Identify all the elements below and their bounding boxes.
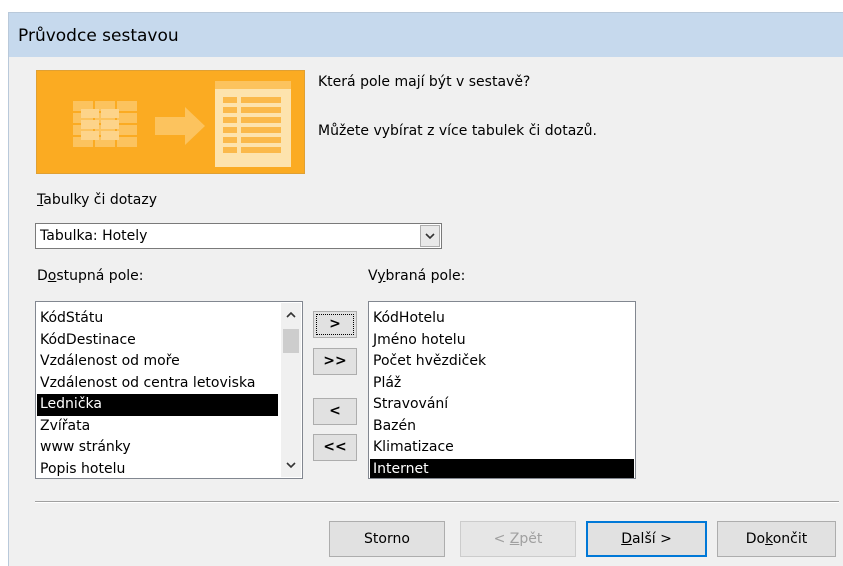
list-item[interactable]: Bazén	[370, 416, 634, 438]
wizard-hint: Můžete vybírat z více tabulek či dotazů.	[318, 123, 597, 139]
selected-label-accesskey: y	[377, 268, 386, 284]
list-item[interactable]: KódHotelu	[370, 308, 634, 330]
list-item[interactable]: KódDestinace	[37, 330, 278, 352]
wizard-question: Která pole mají být v sestavě?	[318, 74, 531, 90]
report-wizard-icon	[37, 71, 304, 173]
list-item[interactable]: Stravování	[370, 394, 634, 416]
combo-dropdown-button[interactable]	[420, 225, 440, 247]
available-label-pre: D	[37, 268, 48, 284]
back-label-pre: <	[493, 531, 510, 547]
next-label-rest: alší >	[631, 531, 672, 547]
list-item[interactable]: Pláž	[370, 373, 634, 395]
list-item[interactable]: Internet	[370, 458, 634, 478]
divider	[35, 501, 839, 503]
add-field-button[interactable]: >	[313, 311, 357, 338]
list-item[interactable]: KódStátu	[37, 308, 278, 330]
selected-fields-items: KódHotelu Jméno hotelu Počet hvězdiček Pláž…	[370, 308, 634, 478]
tables-combobox[interactable]: Tabulka: Hotely	[35, 223, 442, 249]
remove-field-button[interactable]: <	[313, 398, 357, 425]
finish-button[interactable]: Dokončit	[717, 521, 836, 557]
scroll-down-button[interactable]	[281, 455, 301, 475]
report-wizard-illustration	[36, 70, 305, 174]
title-bar: Průvodce sestavou	[9, 13, 843, 57]
cancel-button[interactable]: Storno	[329, 521, 445, 557]
window-title: Průvodce sestavou	[18, 26, 179, 46]
tables-combobox-value: Tabulka: Hotely	[40, 228, 148, 244]
chevron-down-icon	[425, 233, 435, 240]
selected-fields-label: Vybraná pole:	[368, 267, 465, 285]
list-item[interactable]: Vzdálenost od moře	[37, 351, 278, 373]
next-label-accesskey: D	[621, 531, 632, 547]
selected-fields-list[interactable]: KódHotelu Jméno hotelu Počet hvězdiček Pláž…	[368, 301, 636, 479]
back-button[interactable]: < Zpět	[460, 521, 576, 557]
back-label-accesskey: Z	[509, 531, 520, 547]
scroll-thumb[interactable]	[283, 329, 299, 353]
list-item[interactable]: Zvířata	[37, 416, 278, 438]
back-label-rest: pět	[519, 531, 543, 547]
available-fields-list[interactable]: KódStátu KódDestinace Vzdálenost od moře Vz…	[35, 301, 303, 479]
remove-all-fields-button[interactable]: <<	[313, 434, 357, 461]
add-all-fields-button[interactable]: >>	[313, 348, 357, 375]
list-item[interactable]: Jméno hotelu	[370, 330, 634, 352]
next-button[interactable]: Další >	[586, 521, 707, 557]
available-fields-label: Dostupná pole:	[37, 267, 143, 285]
list-item[interactable]: Klimatizace	[370, 437, 634, 459]
finish-label-accesskey: k	[765, 531, 773, 547]
available-fields-items: KódStátu KódDestinace Vzdálenost od moře Vz…	[37, 308, 278, 479]
list-item[interactable]: Lednička	[37, 394, 278, 416]
list-item[interactable]: Počet hvězdiček	[370, 351, 634, 373]
tables-label: Tabulky či dotazy	[37, 191, 157, 209]
finish-label-rest: ončit	[772, 531, 808, 547]
selected-label-rest: braná pole:	[385, 268, 466, 284]
chevron-up-icon	[286, 311, 296, 318]
tables-label-rest: abulky či dotazy	[43, 192, 157, 208]
selected-label-pre: V	[368, 268, 378, 284]
list-item[interactable]: Vzdálenost od centra letoviska	[37, 373, 278, 395]
report-wizard-dialog: Průvodce sestavou Která pole mají být v …	[8, 12, 843, 566]
finish-label-pre: Do	[745, 531, 766, 547]
available-label-rest: stupná pole:	[56, 268, 144, 284]
list-item[interactable]: Popis hotelu	[37, 459, 278, 479]
available-fields-scrollbar[interactable]	[281, 303, 301, 477]
list-item[interactable]: www stránky	[37, 437, 278, 459]
chevron-down-icon	[286, 462, 296, 469]
scroll-up-button[interactable]	[281, 305, 301, 325]
